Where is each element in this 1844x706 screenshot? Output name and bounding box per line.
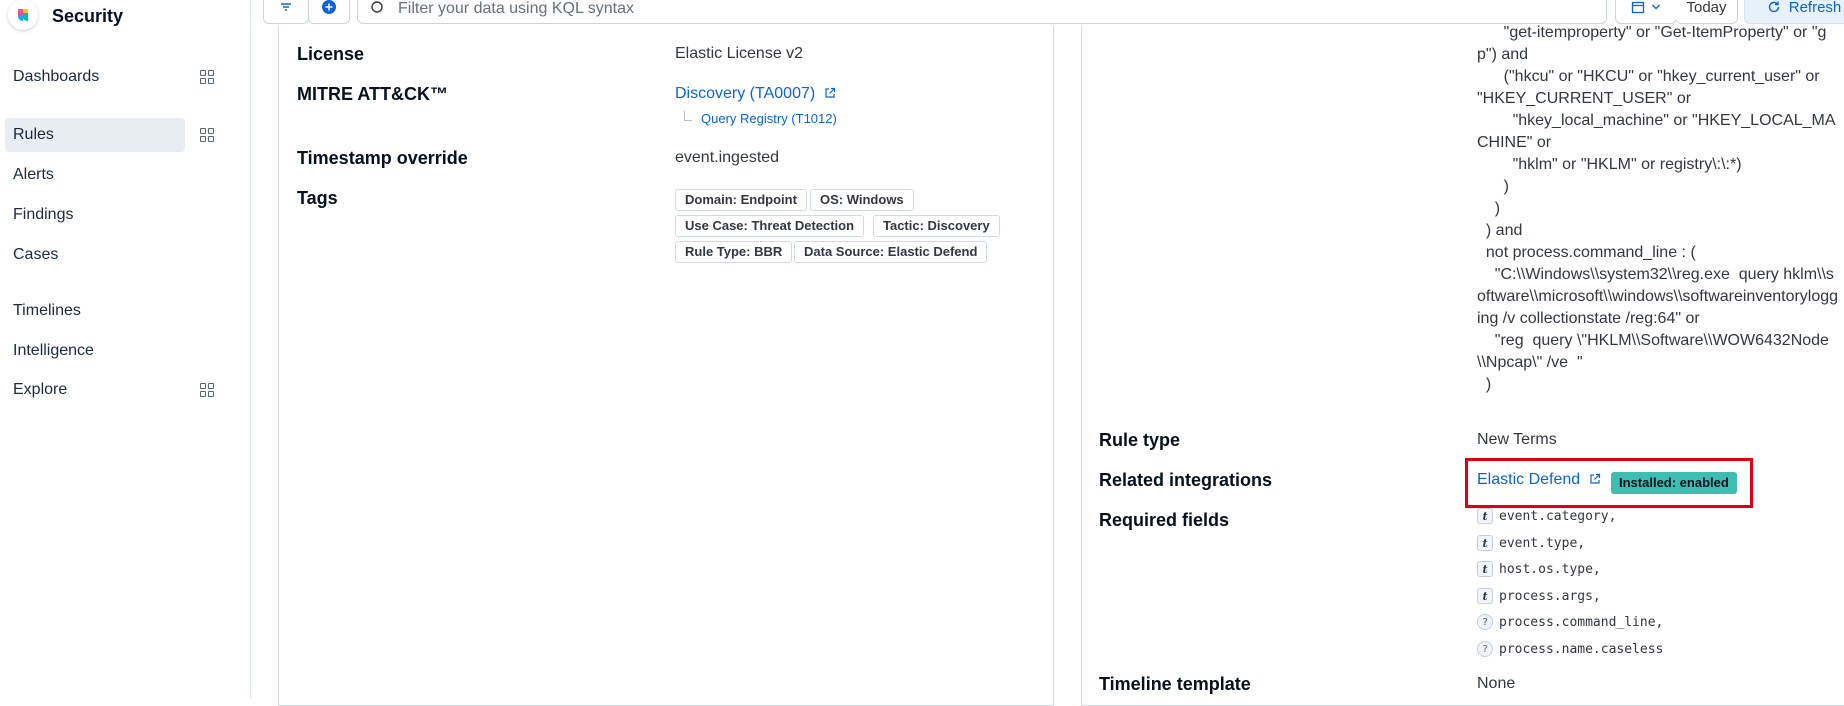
tree-connector bbox=[684, 111, 692, 121]
sidebar-item-explore[interactable]: Explore bbox=[5, 373, 185, 407]
string-type-icon: t bbox=[1477, 535, 1493, 551]
required-field-row: ? process.command_line, bbox=[1477, 611, 1663, 633]
mitre-tactic-link[interactable]: Discovery (TA0007) bbox=[675, 85, 836, 103]
tag-badge: Tactic: Discovery bbox=[873, 215, 1000, 237]
required-field-name: process.command_line, bbox=[1499, 614, 1664, 630]
required-field-name: process.args, bbox=[1499, 588, 1601, 604]
sidebar-item-dashboards[interactable]: Dashboards bbox=[5, 60, 185, 94]
external-link-icon bbox=[825, 87, 835, 98]
annotation-highlight-box bbox=[1465, 458, 1753, 508]
sidebar: Security Dashboards Rules Alerts Finding… bbox=[0, 0, 251, 698]
rules-grid-icon[interactable] bbox=[200, 128, 214, 142]
tag-badge: Data Source: Elastic Defend bbox=[794, 241, 988, 263]
calendar-icon bbox=[1631, 1, 1645, 14]
kql-search-input[interactable]: Filter your data using KQL syntax bbox=[357, 0, 1607, 24]
tag-badge: OS: Windows bbox=[810, 189, 914, 211]
sidebar-item-label: Rules bbox=[13, 126, 54, 143]
string-type-icon: t bbox=[1477, 561, 1493, 577]
sidebar-item-label: Intelligence bbox=[13, 342, 94, 359]
timeline-template-value: None bbox=[1477, 675, 1516, 692]
chevron-down-icon bbox=[1652, 4, 1660, 10]
mitre-tactic-text: Discovery (TA0007) bbox=[675, 85, 816, 102]
required-field-row: t process.args, bbox=[1477, 585, 1601, 607]
sidebar-item-label: Alerts bbox=[13, 166, 54, 183]
required-field-name: host.os.type, bbox=[1499, 561, 1601, 577]
required-fields-label: Required fields bbox=[1099, 510, 1230, 530]
brand[interactable]: Security bbox=[8, 0, 123, 32]
tag-badge: Use Case: Threat Detection bbox=[675, 215, 865, 237]
required-field-row: t event.type, bbox=[1477, 532, 1585, 554]
date-picker-button[interactable]: Today bbox=[1676, 0, 1738, 24]
mitre-technique-link[interactable]: Query Registry (T1012) bbox=[701, 111, 837, 126]
filter-icon bbox=[281, 3, 291, 11]
sidebar-item-label: Timelines bbox=[13, 302, 81, 319]
rule-type-value: New Terms bbox=[1477, 431, 1557, 448]
filter-menu-button[interactable] bbox=[263, 0, 309, 24]
timeline-template-label: Timeline template bbox=[1099, 674, 1251, 694]
date-quick-menu-button[interactable] bbox=[1615, 0, 1677, 24]
add-filter-button[interactable] bbox=[308, 0, 350, 24]
license-label: License bbox=[297, 44, 365, 64]
sidebar-item-label: Cases bbox=[13, 246, 59, 263]
sidebar-item-findings[interactable]: Findings bbox=[5, 198, 185, 232]
refresh-icon bbox=[1768, 1, 1779, 13]
plus-circle-icon bbox=[322, 0, 336, 14]
search-placeholder: Filter your data using KQL syntax bbox=[398, 0, 634, 17]
tag-badge: Rule Type: BBR bbox=[675, 241, 793, 263]
explore-grid-icon[interactable] bbox=[200, 383, 214, 397]
required-field-row: t host.os.type, bbox=[1477, 558, 1601, 580]
license-value: Elastic License v2 bbox=[675, 45, 804, 62]
dashboards-grid-icon[interactable] bbox=[200, 70, 214, 84]
required-field-name: process.name.caseless bbox=[1499, 641, 1664, 657]
related-integrations-label: Related integrations bbox=[1099, 470, 1273, 490]
unknown-type-icon: ? bbox=[1477, 614, 1493, 630]
required-field-name: event.type, bbox=[1499, 535, 1586, 551]
required-field-row: t event.category, bbox=[1477, 505, 1616, 527]
sidebar-item-cases[interactable]: Cases bbox=[5, 238, 185, 272]
sidebar-item-label: Findings bbox=[13, 206, 74, 223]
sidebar-item-label: Dashboards bbox=[13, 68, 100, 85]
about-panel bbox=[278, 26, 1054, 706]
mitre-label: MITRE ATT&CK™ bbox=[297, 84, 448, 104]
timestamp-override-label: Timestamp override bbox=[297, 148, 468, 168]
tag-badge: Domain: Endpoint bbox=[675, 189, 807, 211]
refresh-button[interactable]: Refresh bbox=[1744, 0, 1844, 24]
sidebar-item-intelligence[interactable]: Intelligence bbox=[5, 334, 185, 368]
string-type-icon: t bbox=[1477, 508, 1493, 524]
sidebar-item-timelines[interactable]: Timelines bbox=[5, 294, 185, 328]
refresh-label: Refresh bbox=[1788, 0, 1842, 16]
sidebar-item-alerts[interactable]: Alerts bbox=[5, 158, 185, 192]
sidebar-item-label: Explore bbox=[13, 381, 68, 398]
tags-label: Tags bbox=[297, 188, 338, 208]
string-type-icon: t bbox=[1477, 588, 1493, 604]
required-field-name: event.category, bbox=[1499, 508, 1617, 524]
timestamp-override-value: event.ingested bbox=[675, 149, 780, 166]
search-icon bbox=[371, 1, 383, 13]
required-field-row: ? process.name.caseless bbox=[1477, 638, 1663, 660]
custom-query-text: "get-itemproperty" or "Get-ItemProperty"… bbox=[1477, 24, 1839, 393]
sidebar-item-rules[interactable]: Rules bbox=[5, 118, 185, 152]
app-title: Security bbox=[52, 5, 124, 26]
date-label: Today bbox=[1686, 0, 1727, 16]
security-logo-icon bbox=[8, 0, 38, 30]
unknown-type-icon: ? bbox=[1477, 641, 1493, 657]
rule-type-label: Rule type bbox=[1099, 430, 1181, 450]
